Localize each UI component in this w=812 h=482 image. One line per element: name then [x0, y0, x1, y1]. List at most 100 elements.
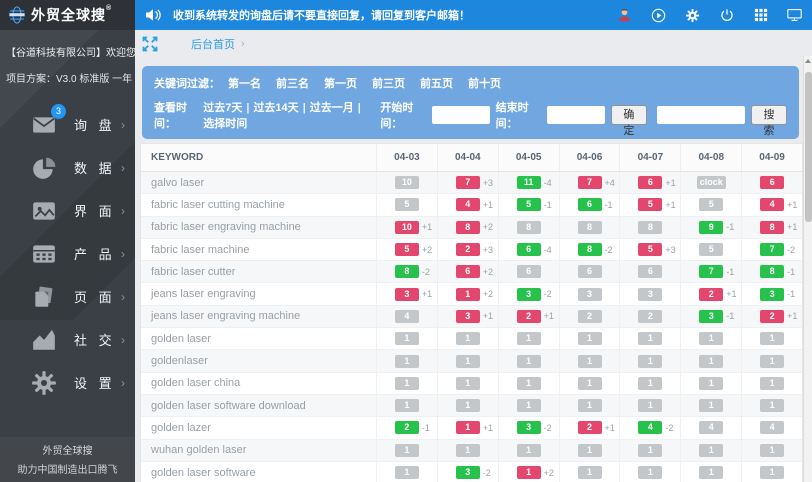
rank-badge: 1	[456, 355, 480, 368]
confirm-button[interactable]: 确定	[611, 105, 647, 125]
end-time-label: 结束时间：	[496, 99, 541, 131]
rank-cell: 2+1	[680, 283, 741, 304]
apps-grid-icon[interactable]	[753, 8, 768, 23]
rank-cell: 2+1	[741, 306, 802, 327]
rank-cell: 1	[680, 440, 741, 461]
rank-badge: 3	[638, 288, 662, 301]
rank-delta: +1	[483, 200, 493, 210]
sidebar-item-inquiry[interactable]: 3 询 盘 ›	[0, 103, 135, 146]
user-avatar[interactable]	[617, 8, 632, 23]
keyword-search-input[interactable]	[657, 106, 745, 124]
time-filter-option[interactable]: 过去一月	[310, 102, 354, 114]
rank-cell: 2+1	[498, 306, 559, 327]
date-column-header: 04-09	[741, 144, 802, 171]
rank-badge: 1	[395, 466, 419, 479]
scrollbar-up-arrow[interactable]	[805, 59, 811, 63]
rank-cell: 8+2	[437, 217, 498, 238]
rank-badge: 2	[517, 310, 541, 323]
rank-badge: 1	[699, 332, 723, 345]
rank-badge: 1	[699, 377, 723, 390]
fullscreen-expand-icon[interactable]	[141, 35, 159, 53]
rank-cell: 1+1	[437, 417, 498, 438]
table-row: golden laser china1111111	[141, 373, 802, 395]
rank-cell: 10+1	[376, 217, 437, 238]
keyword-filter-option[interactable]: 前十页	[468, 78, 501, 90]
rank-cell: 1	[619, 373, 680, 394]
settings-gear-icon[interactable]	[685, 8, 700, 23]
sidebar-item-label: 数 据	[74, 158, 121, 177]
rank-badge: 8	[760, 265, 784, 278]
date-column-header: 04-05	[498, 144, 559, 171]
end-time-input[interactable]	[547, 106, 605, 124]
rank-badge: 1	[517, 377, 541, 390]
content-area: 关键词过滤： 第一名前三名第一页前三页前五页前十页 查看时间： 过去7天|过去1…	[135, 58, 803, 482]
time-filter-option[interactable]: 选择时间	[203, 118, 247, 130]
sidebar-item-pages[interactable]: 页 面 ›	[0, 275, 135, 318]
sidebar-item-settings[interactable]: 设 置 ›	[0, 361, 135, 404]
rank-cell: 4-2	[619, 417, 680, 438]
sidebar-item-interface[interactable]: 界 面 ›	[0, 189, 135, 232]
rank-badge: 1	[578, 332, 602, 345]
rank-cell: 1	[376, 350, 437, 371]
rank-badge: 3	[578, 288, 602, 301]
rank-badge: 1	[578, 444, 602, 457]
rank-delta: -2	[544, 423, 552, 433]
time-filter-option[interactable]: 过去14天	[253, 102, 298, 114]
rank-badge: 11	[517, 176, 541, 189]
rank-cell: 2+1	[559, 417, 620, 438]
rank-delta: -1	[787, 267, 795, 277]
rank-cell: 4+1	[741, 194, 802, 215]
rank-badge: 4	[456, 198, 480, 211]
rank-delta: -1	[605, 200, 613, 210]
plan-text: 项目方案：V3.0 标准版 一年	[6, 70, 129, 85]
rank-delta: +2	[422, 245, 432, 255]
rank-badge: 6	[760, 176, 784, 189]
announcement-bar: 收到系统转发的询盘后请不要直接回复，请回复到客户邮箱！	[145, 7, 617, 23]
rank-badge: 1	[395, 444, 419, 457]
monitor-icon[interactable]	[787, 8, 802, 23]
rank-cell: 6+1	[619, 172, 680, 193]
rank-cell: 1	[437, 373, 498, 394]
rank-badge: 4	[760, 198, 784, 211]
sidebar-item-product[interactable]: 产 品 ›	[0, 232, 135, 275]
rank-cell: 1	[437, 350, 498, 371]
rank-badge: 1	[517, 355, 541, 368]
keyword-filter-option[interactable]: 前三名	[276, 78, 309, 90]
rank-cell: 1	[559, 350, 620, 371]
keyword-filter-option[interactable]: 前三页	[372, 78, 405, 90]
play-video-icon[interactable]	[651, 8, 666, 23]
keyword-filter-option[interactable]: 前五页	[420, 78, 453, 90]
rank-cell: 1	[559, 462, 620, 482]
time-filter-option[interactable]: 过去7天	[203, 102, 242, 114]
rank-cell: 1	[559, 328, 620, 349]
rank-delta: +3	[483, 245, 493, 255]
rank-cell: 1	[376, 462, 437, 482]
table-row: galvo laser107+311-47+46+1clock6	[141, 172, 802, 194]
rank-delta: -1	[726, 267, 734, 277]
search-button[interactable]: 搜索	[751, 105, 787, 125]
keyword-filter-option[interactable]: 第一页	[324, 78, 357, 90]
gear-icon	[30, 369, 58, 397]
breadcrumb-home[interactable]: 后台首页	[191, 36, 235, 52]
rank-cell: 1	[680, 395, 741, 416]
rank-cell: 3-1	[741, 283, 802, 304]
power-logout-icon[interactable]	[719, 8, 734, 23]
sidebar-item-social[interactable]: 社 交 ›	[0, 318, 135, 361]
rank-cell: 1	[741, 350, 802, 371]
logo[interactable]: 外贸全球搜®	[0, 0, 135, 30]
rank-badge: 8	[638, 221, 662, 234]
vertical-scrollbar[interactable]	[803, 56, 812, 482]
sidebar-item-data[interactable]: 数 据 ›	[0, 146, 135, 189]
rank-cell: 1	[498, 328, 559, 349]
rank-badge: 6	[517, 265, 541, 278]
start-time-input[interactable]	[432, 106, 490, 124]
keyword-filter-option[interactable]: 第一名	[228, 78, 261, 90]
rank-cell: 4	[741, 417, 802, 438]
rank-cell: 5	[680, 194, 741, 215]
rank-badge: 1	[760, 399, 784, 412]
scrollbar-thumb[interactable]	[805, 72, 812, 222]
rank-delta: -2	[787, 245, 795, 255]
rank-cell: 1	[437, 328, 498, 349]
keyword-filter-label: 关键词过滤：	[154, 75, 220, 91]
rank-badge: 6	[456, 265, 480, 278]
